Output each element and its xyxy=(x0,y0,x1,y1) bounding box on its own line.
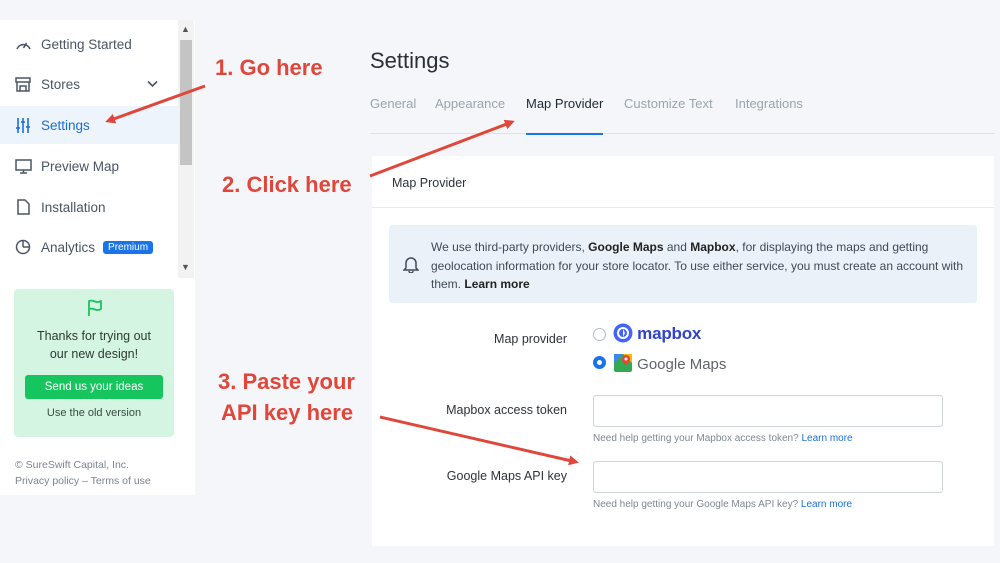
annotation-arrows xyxy=(105,84,579,466)
arrow-to-api-key-input xyxy=(379,415,579,466)
arrow-to-settings xyxy=(105,84,206,124)
annotation-step-2: 2. Click here xyxy=(222,172,352,197)
annotation-step-3-line1: 3. Paste your xyxy=(218,369,355,394)
annotation-step-3-line2: API key here xyxy=(221,400,354,425)
annotation-step-1: 1. Go here xyxy=(215,55,323,80)
arrow-to-map-provider-tab xyxy=(369,119,515,178)
